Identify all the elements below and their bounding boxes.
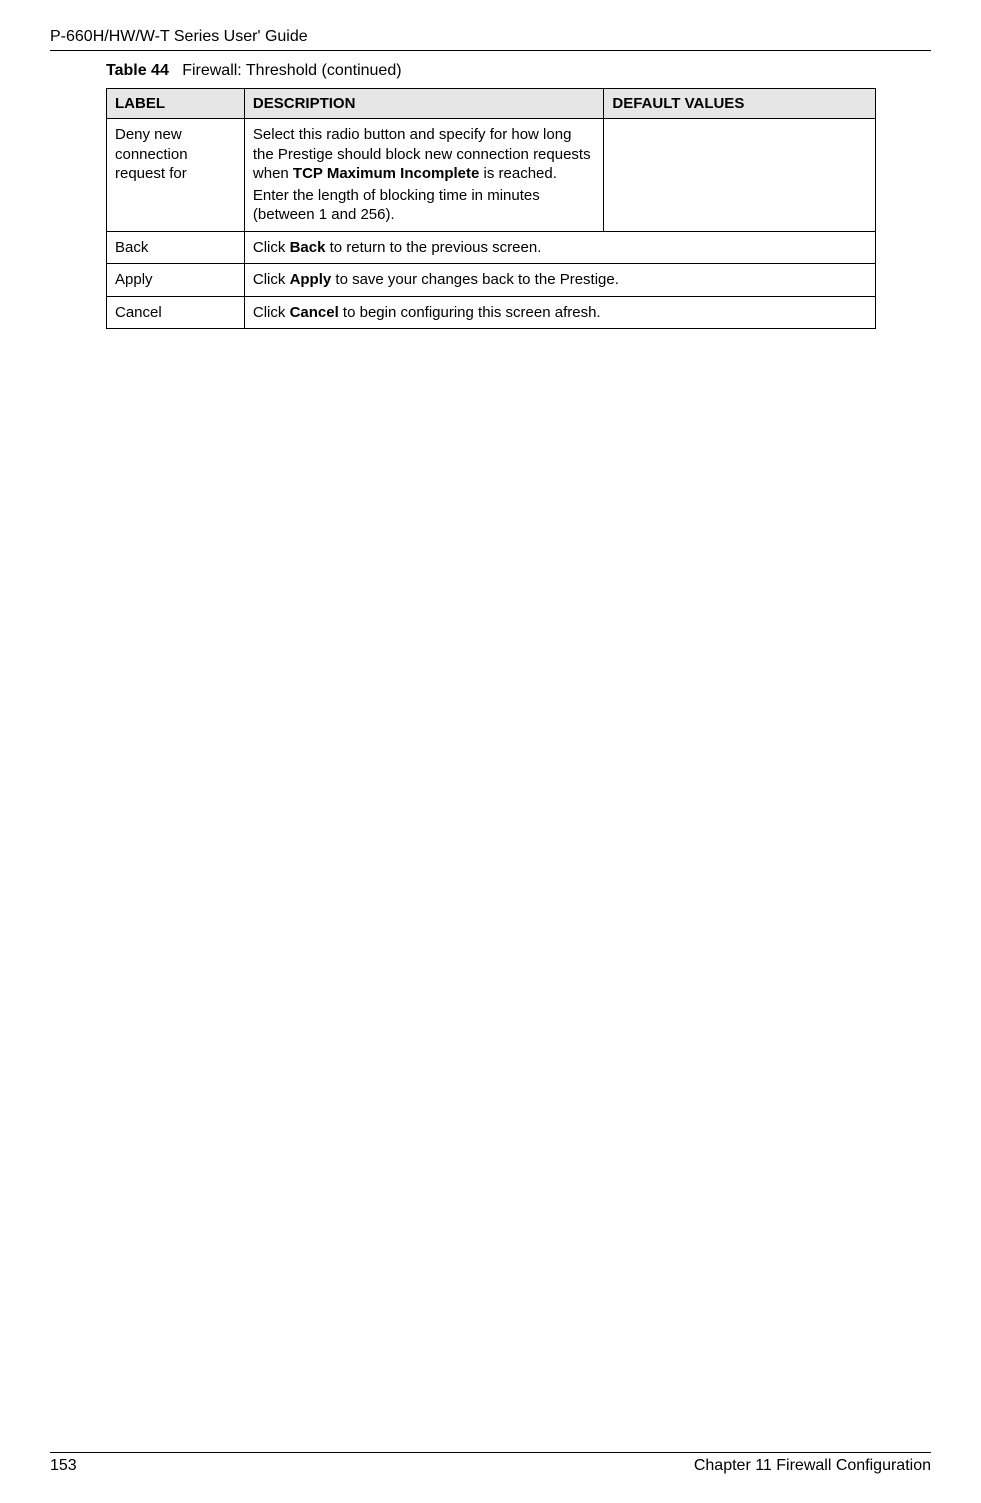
table-header-row: LABEL DESCRIPTION DEFAULT VALUES — [107, 89, 876, 119]
table-row: Cancel Click Cancel to begin configuring… — [107, 296, 876, 329]
table-row: Back Click Back to return to the previou… — [107, 231, 876, 264]
row-description: Click Apply to save your changes back to… — [244, 264, 875, 297]
row-label: Deny new connection request for — [107, 119, 245, 232]
page-content: Table 44 Firewall: Threshold (continued)… — [50, 62, 931, 329]
row-description: Click Back to return to the previous scr… — [244, 231, 875, 264]
row-label: Cancel — [107, 296, 245, 329]
table-row: Deny new connection request for Select t… — [107, 119, 876, 232]
page-footer: 153 Chapter 11 Firewall Configuration — [50, 1452, 931, 1475]
page-number: 153 — [50, 1457, 77, 1475]
firewall-threshold-table: LABEL DESCRIPTION DEFAULT VALUES Deny ne… — [106, 88, 876, 329]
document-title: P-660H/HW/W-T Series User' Guide — [50, 28, 308, 45]
col-header-description: DESCRIPTION — [244, 89, 603, 119]
col-header-label: LABEL — [107, 89, 245, 119]
table-title: Firewall: Threshold (continued) — [182, 62, 401, 79]
table-row: Apply Click Apply to save your changes b… — [107, 264, 876, 297]
row-label: Apply — [107, 264, 245, 297]
table-number: Table 44 — [106, 62, 169, 79]
row-default — [604, 119, 876, 232]
row-description: Select this radio button and specify for… — [244, 119, 603, 232]
desc-paragraph: Select this radio button and specify for… — [253, 125, 595, 184]
row-description: Click Cancel to begin configuring this s… — [244, 296, 875, 329]
chapter-label: Chapter 11 Firewall Configuration — [694, 1457, 931, 1475]
col-header-default-values: DEFAULT VALUES — [604, 89, 876, 119]
table-caption: Table 44 Firewall: Threshold (continued) — [106, 62, 931, 80]
desc-paragraph: Enter the length of blocking time in min… — [253, 186, 595, 225]
row-label: Back — [107, 231, 245, 264]
page-header: P-660H/HW/W-T Series User' Guide — [50, 28, 931, 51]
